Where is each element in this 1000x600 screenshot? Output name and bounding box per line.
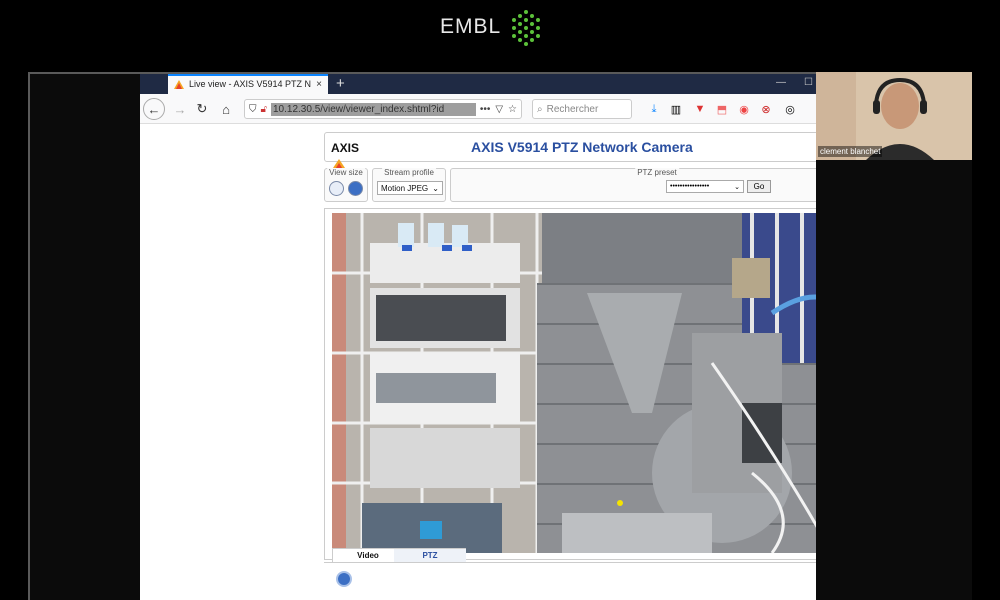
live-video-stream[interactable] bbox=[332, 213, 816, 553]
minimize-icon[interactable]: — bbox=[776, 77, 786, 88]
participant-panel bbox=[816, 160, 972, 600]
embl-logo-icon bbox=[512, 10, 541, 46]
page-title: AXIS V5914 PTZ Network Camera bbox=[471, 139, 693, 155]
ptz-preset-value: •••••••••••••••• bbox=[670, 183, 710, 190]
go-button[interactable]: Go bbox=[747, 180, 771, 193]
back-button[interactable]: ← bbox=[143, 98, 165, 120]
viewer-controls: View size Stream profile Motion JPEG ⌄ P… bbox=[324, 168, 816, 202]
url-text[interactable]: 10.12.30.5/view/viewer_index.shtml?id bbox=[270, 102, 476, 116]
axis-brand: AXIS bbox=[331, 141, 360, 155]
maximize-icon[interactable]: ☐ bbox=[804, 77, 813, 88]
ptz-preset-label: PTZ preset bbox=[635, 168, 679, 177]
search-input[interactable]: ⌕ Rechercher bbox=[532, 99, 632, 119]
ptz-preset-group: PTZ preset •••••••••••••••• ⌄ Go bbox=[450, 168, 816, 202]
bookmark-star-icon[interactable]: ☆ bbox=[508, 104, 517, 115]
browser-window: Live view - AXIS V5914 PTZ Ne × + — ☐ ← … bbox=[140, 74, 816, 600]
blocker-icon[interactable]: ⊗ bbox=[758, 101, 774, 117]
library-icon[interactable]: ▥ bbox=[668, 101, 684, 117]
view-size-small-button[interactable] bbox=[329, 181, 344, 196]
tab-accent bbox=[168, 74, 328, 76]
screen: EMBL Live view - AXIS V5914 PTZ Ne × + —… bbox=[0, 0, 1000, 600]
tab-bar: Live view - AXIS V5914 PTZ Ne × + — ☐ bbox=[140, 74, 816, 94]
close-tab-icon[interactable]: × bbox=[316, 79, 322, 90]
home-button[interactable]: ⌂ bbox=[216, 99, 236, 119]
search-placeholder: Rechercher bbox=[546, 103, 599, 115]
account-icon[interactable]: ◎ bbox=[782, 101, 798, 117]
tab-ptz[interactable]: PTZ bbox=[394, 548, 466, 562]
participant-webcam: clement blanchet bbox=[816, 72, 972, 160]
viewer-tabs: Video PTZ bbox=[324, 548, 816, 562]
shield-icon[interactable]: ⛉ bbox=[249, 104, 257, 115]
axis-camera-page: AXIS AXIS V5914 PTZ Network Camera View … bbox=[324, 132, 816, 587]
stream-profile-group: Stream profile Motion JPEG ⌄ bbox=[372, 168, 446, 202]
nav-toolbar: ← → ↻ ⌂ ⛉ 🔓︎ 10.12.30.5/view/viewer_inde… bbox=[140, 94, 816, 124]
browser-tab[interactable]: Live view - AXIS V5914 PTZ Ne × bbox=[168, 74, 328, 94]
addon-icon[interactable]: ◉ bbox=[736, 101, 752, 117]
stop-stream-button[interactable] bbox=[336, 571, 352, 587]
stream-profile-value: Motion JPEG bbox=[381, 183, 429, 193]
view-size-label: View size bbox=[327, 168, 365, 177]
reload-button[interactable]: ↻ bbox=[192, 99, 212, 119]
embl-wordmark: EMBL bbox=[440, 15, 502, 38]
view-size-group: View size bbox=[324, 168, 368, 202]
view-size-full-button[interactable] bbox=[348, 181, 363, 196]
ublock-icon[interactable]: ▼ bbox=[692, 101, 708, 117]
ptz-preset-select[interactable]: •••••••••••••••• ⌄ bbox=[666, 180, 744, 193]
participant-name: clement blanchet bbox=[818, 146, 883, 157]
url-bar[interactable]: ⛉ 🔓︎ 10.12.30.5/view/viewer_index.shtml?… bbox=[244, 99, 522, 119]
chevron-down-icon: ⌄ bbox=[432, 183, 439, 193]
chevron-down-icon: ⌄ bbox=[734, 183, 740, 191]
stream-profile-select[interactable]: Motion JPEG ⌄ bbox=[377, 181, 443, 195]
insecure-lock-icon[interactable]: 🔓︎ bbox=[261, 104, 267, 115]
axis-logo: AXIS bbox=[331, 139, 379, 171]
pocket-icon[interactable]: ▽ bbox=[495, 104, 503, 115]
forward-button[interactable]: → bbox=[170, 99, 190, 119]
camera-feed-image bbox=[332, 213, 816, 553]
tab-title: Live view - AXIS V5914 PTZ Ne bbox=[189, 79, 312, 89]
download-icon[interactable]: ⤓ bbox=[646, 101, 662, 117]
axis-header: AXIS AXIS V5914 PTZ Network Camera bbox=[324, 132, 816, 171]
video-frame bbox=[324, 208, 816, 560]
embl-header: EMBL bbox=[440, 8, 545, 46]
stream-profile-label: Stream profile bbox=[382, 168, 436, 177]
video-control-bar bbox=[324, 562, 816, 592]
extension-icon[interactable]: ⬒ bbox=[714, 101, 730, 117]
page-actions-icon[interactable]: ••• bbox=[480, 104, 491, 115]
axis-favicon-icon bbox=[174, 79, 184, 89]
new-tab-button[interactable]: + bbox=[336, 75, 345, 92]
search-icon: ⌕ bbox=[537, 103, 543, 115]
